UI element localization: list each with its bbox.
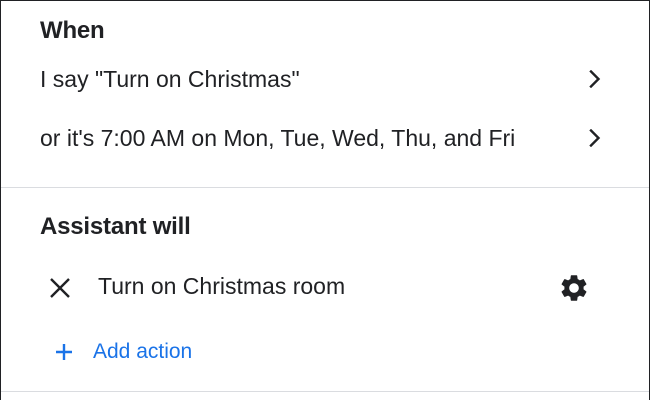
- action-label: Turn on Christmas room: [98, 273, 346, 299]
- section-divider: [1, 187, 649, 188]
- action-row: Turn on Christmas room: [1, 261, 649, 313]
- trigger-label: or it's 7:00 AM on Mon, Tue, Wed, Thu, a…: [40, 124, 516, 151]
- close-icon[interactable]: [47, 275, 73, 301]
- trigger-label: I say "Turn on Christmas": [40, 65, 300, 92]
- when-heading: When: [40, 17, 105, 44]
- routine-editor: When I say "Turn on Christmas" or it's 7…: [0, 0, 650, 400]
- chevron-right-icon: [585, 128, 605, 148]
- trigger-row-voice[interactable]: I say "Turn on Christmas": [1, 55, 649, 103]
- assistant-will-heading: Assistant will: [40, 213, 191, 240]
- gear-icon[interactable]: [557, 271, 591, 305]
- add-action-button[interactable]: Add action: [53, 335, 192, 369]
- add-action-label: Add action: [93, 340, 193, 363]
- trigger-row-schedule[interactable]: or it's 7:00 AM on Mon, Tue, Wed, Thu, a…: [1, 114, 649, 162]
- plus-icon: [53, 341, 75, 363]
- chevron-right-icon: [585, 69, 605, 89]
- bottom-divider: [1, 391, 649, 392]
